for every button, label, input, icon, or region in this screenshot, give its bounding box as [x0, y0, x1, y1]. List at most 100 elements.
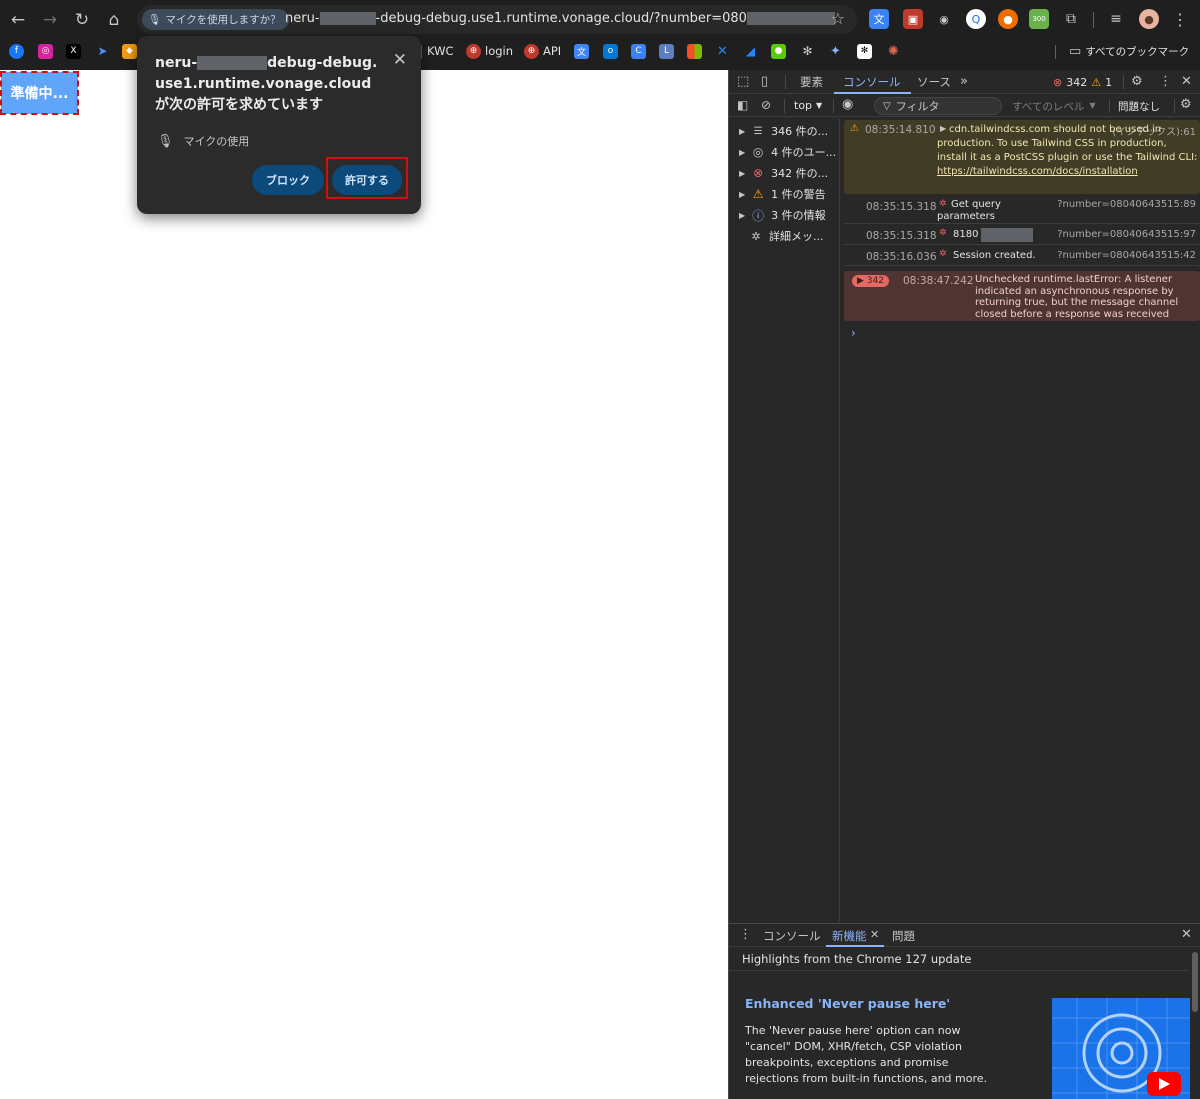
- bookmark-api[interactable]: ⊕ API: [524, 42, 561, 60]
- tailwind-docs-link[interactable]: https://tailwindcss.com/docs/installatio…: [937, 166, 1138, 177]
- bookmark-ext[interactable]: o: [603, 42, 618, 60]
- bookmark-kwc[interactable]: KWC: [427, 42, 454, 60]
- close-icon[interactable]: ✕: [1181, 74, 1192, 89]
- reading-list-icon[interactable]: ≡: [1106, 9, 1126, 29]
- sidebar-item-info[interactable]: ▶ ⓘ 3 件の情報: [739, 206, 826, 224]
- ext-icon[interactable]: ●: [998, 9, 1018, 29]
- tab-elements[interactable]: 要素: [800, 74, 823, 90]
- divider: [1109, 99, 1110, 113]
- eye-icon[interactable]: ◉: [842, 97, 853, 112]
- bookmark-instagram[interactable]: ◎: [38, 42, 53, 60]
- url-suffix: -debug-debug.use1.runtime.vonage.cloud/?…: [375, 11, 747, 26]
- ext-icon[interactable]: Q: [966, 9, 986, 29]
- sidebar-item-user[interactable]: ▶ ◎ 4 件のユー...: [739, 143, 836, 161]
- home-icon[interactable]: ⌂: [103, 9, 125, 31]
- close-drawer-icon[interactable]: ✕: [1181, 927, 1192, 942]
- settings-icon[interactable]: ⚙: [1131, 74, 1143, 89]
- address-bar[interactable]: 🎙 マイクを使用しますか？ neru- -debug-debug.use1.run…: [137, 5, 857, 34]
- expand-icon: ▶: [739, 210, 746, 220]
- clear-console-icon[interactable]: ⊘: [761, 98, 771, 112]
- mic-permission-chip[interactable]: 🎙 マイクを使用しますか？: [142, 9, 289, 30]
- all-bookmarks[interactable]: ▭ すべてのブックマーク: [1069, 42, 1189, 60]
- context-select[interactable]: top ▼: [794, 99, 822, 112]
- sidebar-item-warnings[interactable]: ▶ ⚠ 1 件の警告: [739, 185, 826, 203]
- url-text: neru- -debug-debug.use1.runtime.vonage.cl…: [285, 11, 835, 26]
- sidebar-item-label: 4 件のユー...: [771, 146, 837, 159]
- message-timestamp: 08:35:15.318: [866, 201, 937, 213]
- bookmark-ext[interactable]: ✕: [715, 42, 730, 60]
- console-warning-message[interactable]: ⚠ 08:35:14.810 ▶ (インデックス):61 cdn.tailwin…: [844, 120, 1200, 194]
- console-log-message[interactable]: 08:35:15.318 ✲ Get query parameters ?num…: [844, 196, 1200, 224]
- star-icon[interactable]: ☆: [831, 9, 845, 28]
- allow-button[interactable]: 許可する: [332, 165, 402, 195]
- user-icon: ◎: [752, 145, 764, 159]
- close-icon[interactable]: ✕: [393, 50, 407, 70]
- context-label: top: [794, 99, 813, 112]
- bookmark-ext[interactable]: 文: [574, 42, 589, 60]
- sidebar-item-messages[interactable]: ▶ ☰ 346 件の...: [739, 122, 828, 140]
- scrollbar[interactable]: [1192, 952, 1198, 1012]
- bookmark-ext[interactable]: ➤: [95, 42, 110, 60]
- bookmark-ext[interactable]: ✦: [828, 42, 843, 60]
- bookmark-x[interactable]: X: [66, 42, 81, 60]
- bookmark-ext[interactable]: [687, 42, 702, 60]
- message-source-link[interactable]: ?number=08040643515:42: [1057, 250, 1196, 261]
- issue-counts[interactable]: ⊗ 342 ⚠ 1: [1053, 76, 1112, 89]
- bug-icon: ✲: [751, 229, 761, 243]
- block-button[interactable]: ブロック: [252, 165, 324, 195]
- sidebar-toggle-icon[interactable]: ◧: [737, 98, 748, 112]
- bookmark-ext[interactable]: ✻: [857, 42, 872, 60]
- device-toolbar-icon[interactable]: ▯: [761, 74, 768, 89]
- more-icon[interactable]: ⋮: [1159, 74, 1172, 89]
- feature-title-link[interactable]: Enhanced 'Never pause here': [745, 996, 950, 1011]
- bookmark-facebook[interactable]: f: [9, 42, 24, 60]
- console-log-message[interactable]: 08:35:16.036 ✲ Session created. ?number=…: [844, 246, 1200, 266]
- message-source-link[interactable]: ?number=08040643515:97: [1057, 229, 1196, 240]
- levels-select[interactable]: すべてのレベル ▼: [1012, 99, 1096, 114]
- console-settings-icon[interactable]: ⚙: [1180, 97, 1192, 112]
- camera-icon[interactable]: ◉: [934, 9, 954, 29]
- close-icon[interactable]: ✕: [870, 928, 879, 941]
- sidebar-item-verbose[interactable]: ✲ 詳細メッ...: [749, 227, 823, 245]
- avatar[interactable]: ●: [1139, 9, 1159, 29]
- drawer-tab-console[interactable]: コンソール: [763, 928, 821, 944]
- arrow-icon: ➤: [97, 44, 108, 58]
- inspect-icon[interactable]: ⬚: [737, 74, 749, 89]
- console-log-message[interactable]: 08:35:15.318 ✲ 8180 ?number=08040643515:…: [844, 225, 1200, 245]
- issues-button[interactable]: 問題なし: [1118, 99, 1160, 114]
- message-source-link[interactable]: ?number=08040643515:89: [1057, 199, 1196, 210]
- console-prompt-icon[interactable]: ›: [851, 326, 856, 340]
- filter-input[interactable]: ▽ フィルタ: [874, 97, 1002, 115]
- divider: [421, 45, 422, 59]
- bookmark-ext[interactable]: C: [631, 42, 646, 60]
- translate-ext-icon[interactable]: 文: [869, 9, 889, 29]
- puzzle-icon[interactable]: ⧉: [1061, 9, 1081, 29]
- ext-icon[interactable]: 300: [1029, 9, 1049, 29]
- back-icon[interactable]: ←: [7, 9, 29, 31]
- bookmark-ext[interactable]: ◢: [743, 42, 758, 60]
- menu-icon[interactable]: ⋮: [1170, 9, 1190, 29]
- console-messages: ⚠ 08:35:14.810 ▶ (インデックス):61 cdn.tailwin…: [841, 118, 1200, 922]
- bookmark-ext[interactable]: L: [659, 42, 674, 60]
- tab-sources[interactable]: ソース: [917, 74, 951, 90]
- sidebar-item-errors[interactable]: ▶ ⊗ 342 件の...: [739, 164, 828, 182]
- bookmark-ext[interactable]: ✺: [886, 42, 901, 60]
- preparing-button[interactable]: 準備中...: [0, 71, 79, 115]
- drawer-menu-icon[interactable]: ⋮: [739, 927, 752, 942]
- bookmark-ext[interactable]: ✻: [800, 42, 815, 60]
- console-error-message[interactable]: ▶ 342 08:38:47.242 Unchecked runtime.las…: [844, 271, 1200, 321]
- redacted-block: [319, 12, 376, 25]
- bookmark-login[interactable]: ⊕ login: [466, 42, 513, 60]
- permission-row: 🎙 マイクの使用: [157, 133, 249, 149]
- bookmark-ext[interactable]: ◆: [122, 42, 137, 60]
- feature-thumbnail[interactable]: [1052, 998, 1190, 1099]
- reload-icon[interactable]: ↻: [71, 9, 93, 31]
- bookmark-label: login: [485, 44, 514, 58]
- drawer-tab-whats-new[interactable]: 新機能: [832, 928, 867, 944]
- drawer-tab-issues[interactable]: 問題: [892, 928, 915, 944]
- tab-console[interactable]: コンソール: [843, 74, 901, 90]
- more-tabs-icon[interactable]: »: [960, 74, 968, 89]
- forward-icon[interactable]: →: [39, 9, 61, 31]
- ext-icon[interactable]: ▣: [903, 9, 923, 29]
- bookmark-ext[interactable]: ●: [771, 42, 786, 60]
